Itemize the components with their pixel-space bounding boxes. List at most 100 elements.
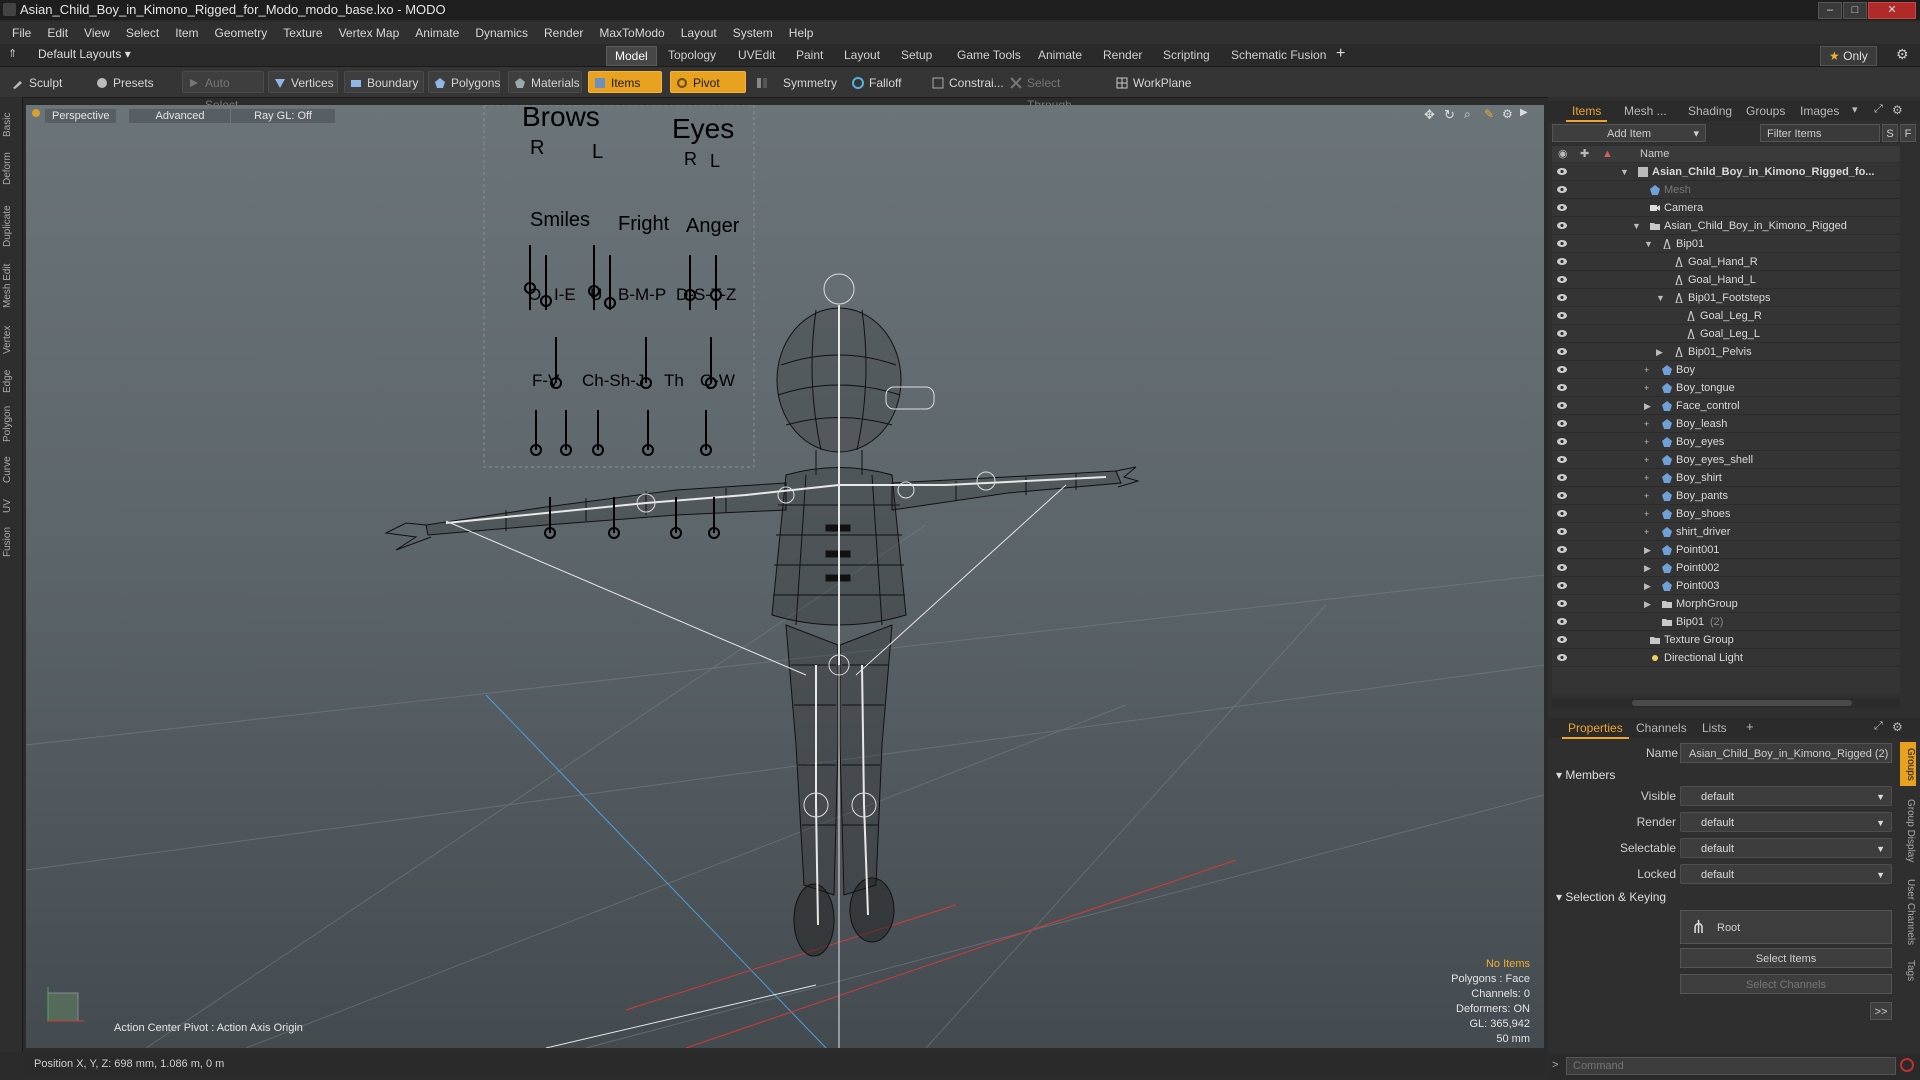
tree-row[interactable]: Directional Light [1552,649,1900,667]
eye-icon[interactable] [1557,653,1567,662]
eye-icon[interactable] [1557,581,1567,590]
3d-viewport[interactable]: Perspective Advanced Ray GL: Off ✥ ↻ ⌕ ✎… [26,105,1544,1048]
menu-render[interactable]: Render [536,22,591,44]
workplane-button[interactable]: WorkPlane [1110,71,1196,93]
layout-arrow-icon[interactable]: ⇑ [8,47,17,60]
tab-menu-chevron-icon[interactable]: ▾ [1852,103,1858,116]
tree-row[interactable]: Goal_Hand_R [1552,253,1900,271]
eye-icon[interactable] [1557,329,1567,338]
menu-item[interactable]: Item [167,22,206,44]
sculpt-button[interactable]: Sculpt [6,71,88,93]
tab-schematic-fusion[interactable]: Schematic Fusion [1223,46,1334,64]
tab-model[interactable]: Model [606,46,657,66]
eye-icon[interactable] [1557,455,1567,464]
menu-help[interactable]: Help [781,22,822,44]
tree-row[interactable]: + Boy_eyes_shell [1552,451,1900,469]
tree-row[interactable]: ▼ Asian_Child_Boy_in_Kimono_Rigged_fo... [1552,163,1900,181]
falloff-button[interactable]: Falloff [846,71,924,93]
tree-row[interactable]: ▼ Bip01 [1552,235,1900,253]
eye-icon[interactable] [1557,509,1567,518]
select-through-button[interactable]: Select Through [1004,71,1108,112]
member-row-dropdown[interactable]: default ▼ [1680,786,1892,806]
tab-channels[interactable]: Channels [1630,719,1693,737]
members-section[interactable]: ▾ Members [1556,768,1615,782]
menu-maxtomodo[interactable]: MaxToModo [591,22,672,44]
tab-game-tools[interactable]: Game Tools [949,46,1029,64]
tree-row[interactable]: Camera [1552,199,1900,217]
selection-keying-section[interactable]: ▾ Selection & Keying [1556,890,1666,904]
menu-file[interactable]: File [0,22,39,44]
expand-toggle-icon[interactable]: + [1644,451,1649,469]
items-button[interactable]: Items [588,71,662,93]
tab-topology[interactable]: Topology [660,46,724,64]
properties-gear-icon[interactable]: ⚙ [1892,720,1903,734]
eye-icon[interactable] [1557,635,1567,644]
polygons-button[interactable]: Polygons [428,71,500,93]
expand-toggle-icon[interactable]: + [1644,469,1649,487]
tree-row[interactable]: Goal_Leg_R [1552,307,1900,325]
menu-animate[interactable]: Animate [407,22,467,44]
eye-icon[interactable] [1557,257,1567,266]
member-row-dropdown[interactable]: default ▼ [1680,838,1892,858]
tree-row[interactable]: ▶ Point002 [1552,559,1900,577]
expand-toggle-icon[interactable]: ▶ [1644,541,1651,559]
tree-row[interactable]: + Boy_shirt [1552,469,1900,487]
tree-row[interactable]: + Boy_eyes [1552,433,1900,451]
left-tab-basic[interactable]: Basic [2,107,20,143]
menu-edit[interactable]: Edit [39,22,76,44]
expand-toggle-icon[interactable]: + [1644,433,1649,451]
expand-toggle-icon[interactable]: + [1644,505,1649,523]
filter-f-button[interactable]: F [1900,124,1916,142]
vertices-button[interactable]: Vertices [268,71,338,93]
left-tab-edge[interactable]: Edge [2,363,20,399]
left-tab-uv[interactable]: UV [2,493,20,519]
tree-row[interactable]: ▶ Point001 [1552,541,1900,559]
eye-icon[interactable] [1557,311,1567,320]
tree-row[interactable]: ▶ Face_control [1552,397,1900,415]
expand-toggle-icon[interactable]: ▶ [1644,577,1651,595]
eye-icon[interactable] [1557,563,1567,572]
eye-icon[interactable] [1557,401,1567,410]
tree-row[interactable]: Texture Group [1552,631,1900,649]
expand-toggle-icon[interactable]: ▶ [1644,397,1651,415]
side-tab-user-channels[interactable]: User Channels [1900,876,1916,948]
eye-icon[interactable] [1557,203,1567,212]
menu-view[interactable]: View [76,22,118,44]
filter-items-input[interactable]: Filter Items [1760,124,1880,142]
root-button[interactable]: ⋔ Root [1680,910,1892,944]
add-tab-icon[interactable]: + [1336,45,1345,63]
tab-mesh[interactable]: Mesh ... [1618,102,1673,120]
expand-toggle-icon[interactable]: + [1644,361,1649,379]
eye-icon[interactable] [1557,617,1567,626]
tree-row[interactable]: ▼ Asian_Child_Boy_in_Kimono_Rigged [1552,217,1900,235]
left-tab-curve[interactable]: Curve [2,451,20,489]
menu-system[interactable]: System [725,22,781,44]
tab-uvedit[interactable]: UVEdit [730,46,783,64]
member-row-dropdown[interactable]: default ▼ [1680,812,1892,832]
expand-toggle-icon[interactable]: ▼ [1656,289,1665,307]
tree-row[interactable]: + shirt_driver [1552,523,1900,541]
tree-hscroll-thumb[interactable] [1632,700,1852,706]
eye-icon[interactable] [1557,437,1567,446]
eye-icon[interactable] [1557,599,1567,608]
eye-icon[interactable] [1557,275,1567,284]
minimize-button[interactable]: – [1818,2,1842,19]
filter-s-button[interactable]: S [1882,124,1898,142]
type-column-icon[interactable]: ▲ [1602,146,1613,162]
pivot-button[interactable]: Pivot [670,71,746,93]
tab-images[interactable]: Images [1794,102,1845,120]
auto-select-button[interactable]: Auto Select [182,71,264,112]
tab-layout[interactable]: Layout [836,46,888,64]
side-tab-groups[interactable]: Groups [1900,742,1916,786]
properties-expand-icon[interactable]: ⤢ [1874,720,1883,733]
symmetry-button[interactable]: Symmetry [750,71,838,93]
expand-toggle-icon[interactable]: ▼ [1620,163,1629,181]
eye-icon[interactable] [1557,239,1567,248]
layout-preset-dropdown[interactable]: Default Layouts ▾ [38,47,131,61]
gear-icon[interactable]: ⚙ [1896,46,1909,63]
more-button[interactable]: >> [1870,1002,1892,1020]
menu-dynamics[interactable]: Dynamics [467,22,536,44]
tree-hscrollbar[interactable] [1552,698,1900,708]
panel-gear-icon[interactable]: ⚙ [1892,103,1903,117]
left-tab-duplicate[interactable]: Duplicate [2,197,20,255]
